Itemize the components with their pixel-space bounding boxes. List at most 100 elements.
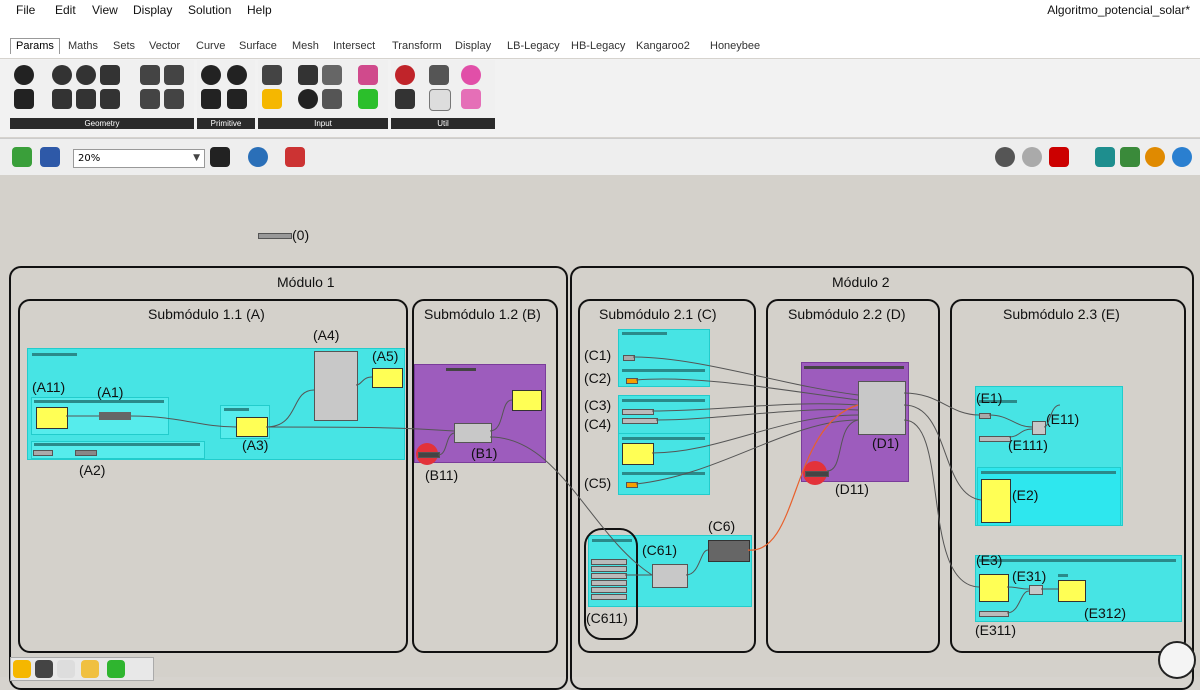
mesh-icon[interactable] — [164, 65, 184, 85]
tab-mesh[interactable]: Mesh — [292, 40, 319, 52]
zoom-select[interactable]: 20% ▼ — [73, 149, 205, 168]
tab-intersect[interactable]: Intersect — [333, 40, 375, 52]
circle-icon[interactable] — [52, 65, 72, 85]
wire-a1-a3 — [130, 415, 237, 428]
menu-file[interactable]: File — [16, 3, 35, 17]
navigation-compass-icon[interactable] — [1158, 641, 1196, 679]
document-title: Algoritmo_potencial_solar* — [1047, 3, 1190, 17]
bubble-quick-icon[interactable] — [81, 660, 99, 678]
value-list-icon[interactable] — [322, 65, 342, 85]
sketch-icon[interactable] — [285, 147, 305, 167]
grasshopper-canvas[interactable]: (0) Módulo 1 Módulo 2 Submódulo 1.1 (A) … — [0, 175, 1200, 690]
tab-hb-legacy[interactable]: HB-Legacy — [571, 40, 625, 52]
colour-swatch-icon[interactable] — [358, 89, 378, 109]
tab-curve[interactable]: Curve — [196, 40, 225, 52]
flask-icon[interactable] — [461, 89, 481, 109]
tab-maths[interactable]: Maths — [68, 40, 98, 52]
group-label-input[interactable]: Input — [258, 118, 388, 129]
component-ribbon: Geometry Primitive Input Util — [0, 59, 1200, 137]
wire-e311-e31 — [1006, 590, 1030, 614]
list-icon[interactable] — [322, 89, 342, 109]
wire-c6-d1-orange — [747, 404, 859, 551]
group-label-geometry[interactable]: Geometry — [10, 118, 194, 129]
abc-quick-icon[interactable] — [57, 660, 75, 678]
ribbon-group-util: Util — [391, 60, 495, 129]
chevron-down-icon: ▼ — [193, 153, 200, 163]
line-icon[interactable] — [52, 89, 72, 109]
open-file-icon[interactable] — [12, 147, 32, 167]
menu-display[interactable]: Display — [133, 3, 172, 17]
curve-icon[interactable] — [76, 65, 96, 85]
galapagos-icon[interactable] — [461, 65, 481, 85]
wire-b1-b — [489, 399, 513, 432]
gradient-icon[interactable] — [358, 65, 378, 85]
cherry-icon[interactable] — [395, 65, 415, 85]
eye-icon[interactable] — [248, 147, 268, 167]
point-icon[interactable] — [14, 89, 34, 109]
zoom-value: 20% — [78, 153, 101, 164]
geometry-icon[interactable] — [14, 65, 34, 85]
group-label-primitive[interactable]: Primitive — [197, 118, 255, 129]
wire-d1-e2 — [903, 404, 982, 501]
menu-edit[interactable]: Edit — [55, 3, 76, 17]
preview-shaded-icon[interactable] — [1049, 147, 1069, 167]
ribbon-group-primitive: Primitive — [197, 60, 255, 129]
menu-solution[interactable]: Solution — [188, 3, 231, 17]
save-file-icon[interactable] — [40, 147, 60, 167]
panel-quick-icon[interactable] — [13, 660, 31, 678]
tab-lb-legacy[interactable]: LB-Legacy — [507, 40, 560, 52]
menu-help[interactable]: Help — [247, 3, 272, 17]
panel-icon[interactable] — [262, 89, 282, 109]
number-icon[interactable] — [227, 65, 247, 85]
tree-icon[interactable] — [395, 89, 415, 109]
boolean-icon[interactable] — [201, 65, 221, 85]
arrow-right-icon[interactable] — [429, 65, 449, 85]
wire-c4-d1 — [655, 409, 859, 421]
wire-d11-d1 — [826, 419, 859, 472]
arrow-outline-icon[interactable] — [429, 89, 451, 111]
menu-bar: File Edit View Display Solution Help Alg… — [0, 0, 1200, 19]
text-icon[interactable] — [227, 89, 247, 109]
slider-quick-icon[interactable] — [35, 660, 53, 678]
arc-icon[interactable] — [76, 89, 96, 109]
swatch-quick-icon[interactable] — [107, 660, 125, 678]
tab-transform[interactable]: Transform — [392, 40, 442, 52]
button-icon[interactable] — [298, 89, 318, 109]
sphere-icon[interactable] — [1172, 147, 1192, 167]
wires-layer — [66, 356, 1061, 614]
tab-kangaroo2[interactable]: Kangaroo2 — [636, 40, 690, 52]
plane-icon[interactable] — [100, 89, 120, 109]
wire-c61-c6 — [685, 549, 709, 576]
wire-b1-c61 — [489, 436, 653, 576]
selected-only-icon[interactable] — [1095, 147, 1115, 167]
wire-a3-b1 — [265, 426, 455, 432]
preview-off-icon[interactable] — [995, 147, 1015, 167]
wire-a3-a4 — [265, 389, 315, 428]
number-slider-icon[interactable] — [262, 65, 282, 85]
toggle-icon[interactable] — [298, 65, 318, 85]
mesh-settings-icon[interactable] — [1120, 147, 1140, 167]
tab-display[interactable]: Display — [455, 40, 491, 52]
component-tabs: Params Maths Sets Vector Curve Surface M… — [0, 19, 1200, 58]
integer-icon[interactable] — [201, 89, 221, 109]
zoom-extents-icon[interactable] — [210, 147, 230, 167]
tab-surface[interactable]: Surface — [239, 40, 277, 52]
group-label-util[interactable]: Util — [391, 118, 495, 129]
tab-sets[interactable]: Sets — [113, 40, 135, 52]
wire-d1-e3 — [903, 419, 980, 588]
wire-b11-b1 — [437, 432, 455, 456]
ribbon-group-input: Input — [258, 60, 388, 129]
menu-view[interactable]: View — [92, 3, 118, 17]
tab-vector[interactable]: Vector — [149, 40, 180, 52]
wire-e11-out — [1043, 404, 1061, 428]
document-preview-icon[interactable] — [1145, 147, 1165, 167]
box-icon[interactable] — [140, 89, 160, 109]
wire-d1-e1 — [903, 392, 980, 416]
preview-wire-icon[interactable] — [1022, 147, 1042, 167]
field-icon[interactable] — [164, 89, 184, 109]
ribbon-group-geometry: Geometry — [10, 60, 194, 129]
surface-icon[interactable] — [100, 65, 120, 85]
brep-icon[interactable] — [140, 65, 160, 85]
tab-params[interactable]: Params — [10, 38, 60, 54]
tab-honeybee[interactable]: Honeybee — [710, 40, 760, 52]
